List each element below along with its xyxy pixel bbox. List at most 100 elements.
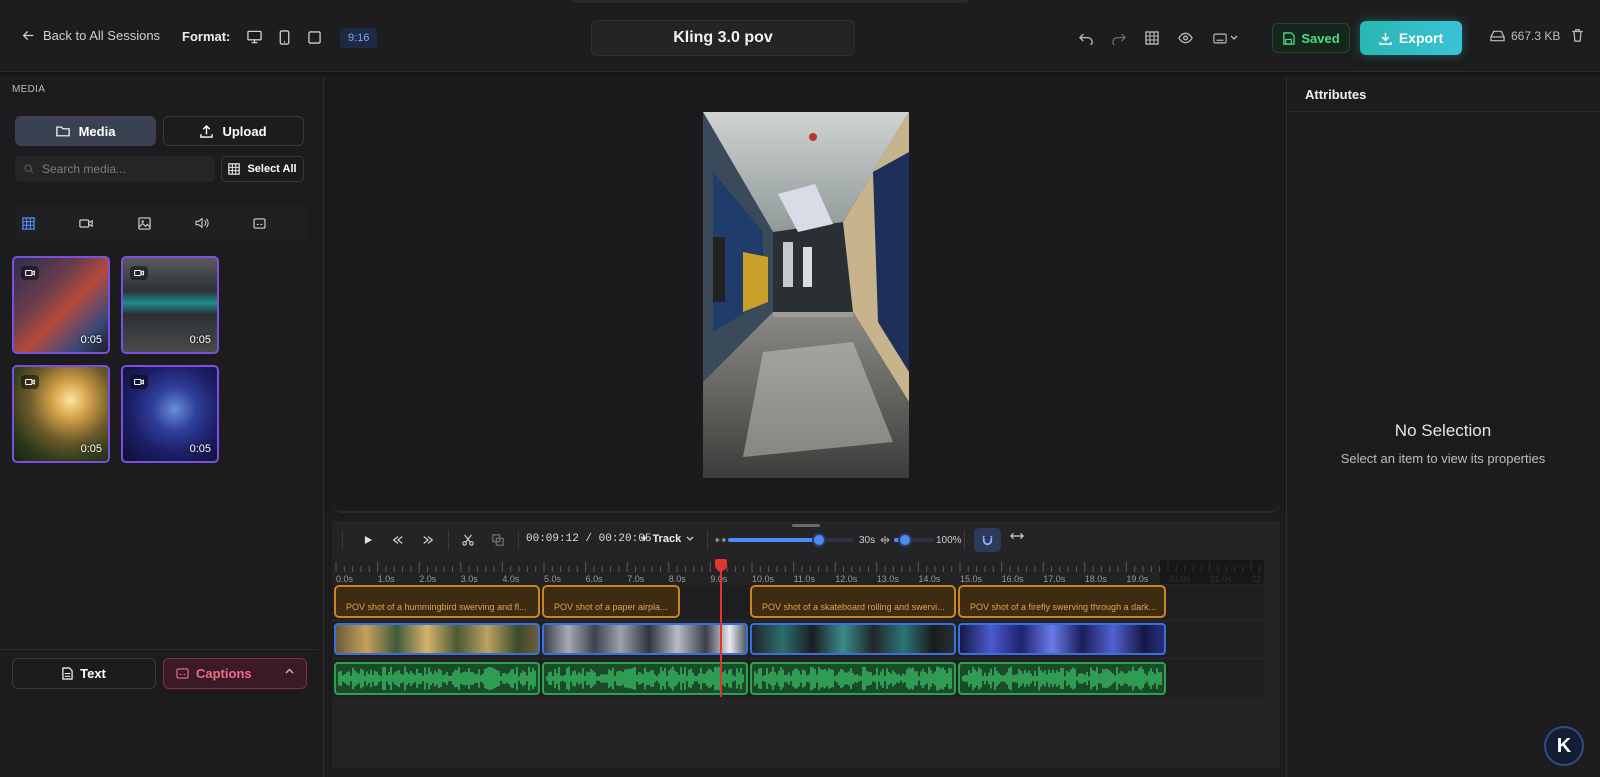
ruler-tick-label: 4.0s bbox=[502, 574, 520, 584]
arrows-horizontal-icon bbox=[1010, 532, 1024, 540]
ruler-tick-label: 1.0s bbox=[378, 574, 396, 584]
ruler-tick-label: 2.0s bbox=[419, 574, 437, 584]
filter-captions-button[interactable] bbox=[250, 215, 268, 231]
square-format-button[interactable] bbox=[304, 27, 324, 47]
redo-icon bbox=[1112, 33, 1126, 45]
plus-icon: + bbox=[641, 533, 648, 545]
timecode-display: 00:09:12 / 00:20:05 bbox=[526, 533, 652, 545]
search-media-field[interactable] bbox=[15, 156, 215, 182]
video-clip[interactable] bbox=[958, 623, 1166, 655]
audio-clip[interactable] bbox=[750, 662, 956, 695]
audio-clip[interactable] bbox=[958, 662, 1166, 695]
timeline-resize-handle[interactable] bbox=[792, 524, 820, 527]
image-icon bbox=[137, 216, 151, 230]
desktop-format-button[interactable] bbox=[244, 27, 264, 47]
video-icon bbox=[25, 379, 35, 385]
filter-all-button[interactable] bbox=[19, 215, 37, 231]
captions-button[interactable]: Captions bbox=[163, 658, 307, 689]
ruler-tick-label: 3.0s bbox=[461, 574, 479, 584]
fast-forward-button[interactable] bbox=[418, 530, 438, 550]
toolbar-separator bbox=[342, 530, 343, 550]
scale-label: 100% bbox=[936, 535, 962, 546]
caption-icon bbox=[252, 217, 266, 229]
video-badge bbox=[21, 375, 39, 389]
grid-view-button[interactable] bbox=[1142, 28, 1162, 48]
add-track-dropdown[interactable]: + Track bbox=[641, 533, 694, 545]
timeline-ruler[interactable]: 0.0s 1.0s 2.0s 3.0s 4.0s 5.0s 6.0s 7.0s 8.0s 9.0s… bbox=[332, 560, 1264, 584]
download-icon bbox=[1379, 32, 1392, 45]
attributes-title: Attributes bbox=[1305, 87, 1367, 102]
ruler-tick-label: 19.0s bbox=[1126, 574, 1149, 584]
caption-clip[interactable]: POV shot of a paper airpla... bbox=[542, 585, 680, 618]
ruler-tick-label: 6.0s bbox=[586, 574, 604, 584]
text-button-label: Text bbox=[80, 666, 106, 681]
filter-image-button[interactable] bbox=[135, 215, 153, 231]
video-clip[interactable] bbox=[542, 623, 748, 655]
saved-label: Saved bbox=[1301, 30, 1340, 46]
media-item[interactable]: 0:05 bbox=[121, 256, 219, 354]
caption-clip[interactable]: POV shot of a skateboard rolling and swe… bbox=[750, 585, 956, 618]
audio-clip[interactable] bbox=[334, 662, 540, 695]
video-preview[interactable] bbox=[703, 112, 909, 478]
video-clip[interactable] bbox=[750, 623, 956, 655]
video-badge bbox=[130, 375, 148, 389]
media-duration: 0:05 bbox=[80, 334, 102, 346]
back-to-sessions-button[interactable]: Back to All Sessions bbox=[22, 28, 160, 43]
audio-waveform bbox=[962, 666, 1162, 691]
grid-icon bbox=[228, 163, 241, 175]
expand-icon bbox=[878, 530, 892, 550]
scissors-icon bbox=[462, 534, 474, 546]
snap-toggle-button[interactable] bbox=[974, 528, 1001, 552]
filter-audio-button[interactable] bbox=[193, 215, 211, 231]
zoom-label: 30s bbox=[859, 535, 876, 546]
audio-clip[interactable] bbox=[542, 662, 748, 695]
trash-icon bbox=[1572, 29, 1583, 42]
keyboard-shortcuts-dropdown[interactable] bbox=[1210, 28, 1240, 48]
duplicate-button[interactable] bbox=[488, 530, 508, 550]
ruler-tick-label: 17.0s bbox=[1043, 574, 1066, 584]
select-all-label: Select All bbox=[247, 163, 297, 175]
media-item[interactable]: 0:05 bbox=[12, 256, 110, 354]
mobile-format-button[interactable] bbox=[274, 27, 294, 47]
redo-button[interactable] bbox=[1109, 28, 1129, 48]
play-button[interactable] bbox=[358, 530, 378, 550]
fit-timeline-button[interactable] bbox=[1010, 531, 1024, 541]
export-button[interactable]: Export bbox=[1360, 21, 1462, 55]
aspect-ratio-badge[interactable]: 9:16 bbox=[340, 28, 378, 48]
ruler-tick-label: 0.0s bbox=[336, 574, 354, 584]
ruler-tick-label: 5.0s bbox=[544, 574, 562, 584]
assistant-button[interactable]: K bbox=[1544, 726, 1584, 766]
caption-clip[interactable]: POV shot of a firefly swerving through a… bbox=[958, 585, 1166, 618]
media-item[interactable]: 0:05 bbox=[12, 365, 110, 463]
preview-toggle-button[interactable] bbox=[1175, 28, 1195, 48]
text-button[interactable]: Text bbox=[12, 658, 156, 689]
search-media-input[interactable] bbox=[42, 162, 202, 176]
rewind-button[interactable] bbox=[388, 530, 408, 550]
copy-icon bbox=[492, 534, 504, 546]
video-badge bbox=[130, 266, 148, 280]
toolbar-separator bbox=[964, 530, 965, 550]
zoom-slider-handle[interactable] bbox=[812, 533, 826, 547]
select-all-button[interactable]: Select All bbox=[221, 156, 304, 182]
project-title[interactable]: Kling 3.0 pov bbox=[591, 20, 855, 56]
scale-slider-handle[interactable] bbox=[898, 533, 912, 547]
upload-tab[interactable]: Upload bbox=[163, 116, 304, 146]
playhead-handle[interactable] bbox=[715, 559, 727, 571]
undo-button[interactable] bbox=[1076, 28, 1096, 48]
playhead-line[interactable] bbox=[720, 561, 722, 697]
media-tab[interactable]: Media bbox=[15, 116, 156, 146]
video-clip[interactable] bbox=[334, 623, 540, 655]
grid-icon bbox=[1145, 31, 1159, 45]
captions-button-label: Captions bbox=[196, 666, 252, 681]
keyboard-icon bbox=[1212, 33, 1227, 43]
split-button[interactable] bbox=[458, 530, 478, 550]
media-item[interactable]: 0:05 bbox=[121, 365, 219, 463]
delete-session-button[interactable] bbox=[1571, 28, 1584, 42]
saved-button[interactable]: Saved bbox=[1272, 23, 1350, 53]
caption-clip[interactable]: POV shot of a hummingbird swerving and f… bbox=[334, 585, 540, 618]
filter-video-button[interactable] bbox=[77, 215, 95, 231]
caption-clip-label: POV shot of a paper airpla... bbox=[554, 602, 668, 612]
ruler-tick-label: 11.0s bbox=[794, 574, 816, 584]
video-icon bbox=[134, 270, 144, 276]
video-preview-image bbox=[703, 112, 909, 478]
